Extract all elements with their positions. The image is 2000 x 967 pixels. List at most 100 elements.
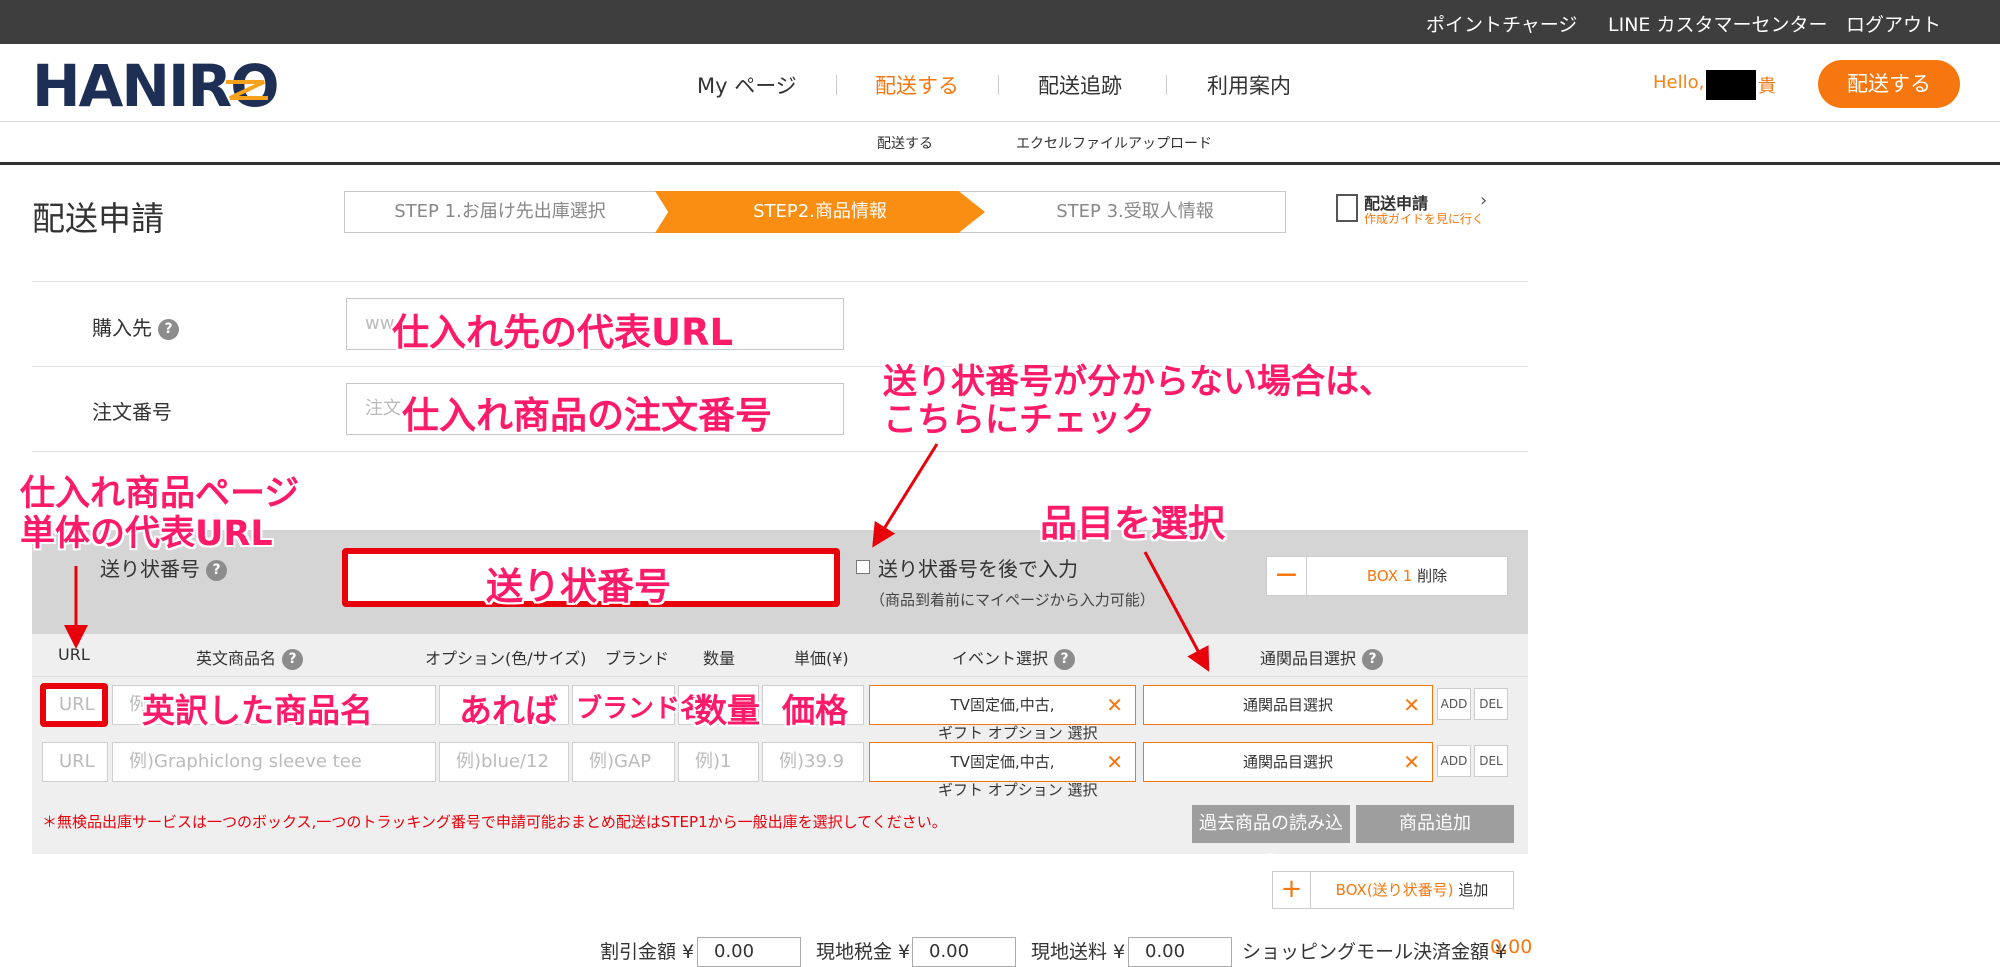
annotation-url-highlight [40, 683, 108, 727]
row2-url-input[interactable]: URL [42, 742, 108, 782]
header-bottom-border [0, 162, 2000, 165]
help-icon[interactable]: ? [206, 560, 227, 581]
order-number-label: 注文番号 [92, 400, 172, 424]
annotation-order: 仕入れ商品の注文番号 [402, 394, 772, 437]
col-option: オプション(色/サイズ) [425, 649, 587, 668]
annotation-tracking-unknown-2: こちらにチェック [883, 400, 1155, 440]
row2-price-input[interactable]: 例)39.9 [762, 742, 864, 782]
nav-guide[interactable]: 利用案内 [1207, 70, 1291, 100]
enter-tracking-later-note: （商品到着前にマイページから入力可能） [870, 591, 1155, 609]
row2-option-input[interactable]: 例)blue/12 [439, 742, 569, 782]
col-qty: 数量 [703, 649, 736, 668]
annotation-option: あれば [459, 691, 558, 730]
add-box-button[interactable]: + BOX(送り状番号) 追加 [1272, 871, 1514, 909]
annotation-purchase: 仕入れ先の代表URL [392, 311, 734, 354]
row1-customs-select[interactable]: 通関品目選択 ✕ [1143, 685, 1433, 725]
load-past-items-button[interactable]: 過去商品の読み込み [1192, 805, 1350, 872]
help-icon[interactable]: ? [1054, 649, 1076, 670]
nav-tracking[interactable]: 配送追跡 [1038, 70, 1122, 100]
hello-suffix: 貴 [1758, 76, 1776, 97]
nav-divider [1166, 75, 1167, 95]
help-icon[interactable]: ? [1362, 649, 1384, 670]
discount-label: 割引金額 ¥ [600, 941, 695, 963]
local-shipping-label: 現地送料 ¥ [1031, 941, 1126, 963]
minus-icon: − [1267, 557, 1307, 595]
add-item-button[interactable]: 商品追加 [1356, 805, 1514, 843]
add-box-label: BOX(送り状番号) 追加 [1335, 881, 1489, 899]
help-icon[interactable]: ? [158, 319, 179, 340]
mall-payment-label: ショッピングモール決済金額 ¥ [1242, 941, 1508, 963]
nav-mypage[interactable]: My ページ [697, 70, 797, 100]
form-divider [32, 451, 1528, 452]
row2-add-button[interactable]: ADD [1437, 745, 1471, 777]
delete-box-button[interactable]: − BOX 1 削除 [1266, 556, 1508, 596]
subnav-excel-upload[interactable]: エクセルファイルアップロード [1016, 133, 1212, 153]
step-progress: STEP 1.お届け先出庫選択 STEP2.商品情報 STEP 3.受取人情報 [344, 191, 1286, 233]
header-divider [0, 121, 2000, 122]
point-charge-link[interactable]: ポイントチャージ [1426, 10, 1577, 37]
guide-link[interactable]: 作成ガイドを見に行く [1364, 210, 1484, 227]
nav-ship[interactable]: 配送する [875, 70, 959, 100]
local-tax-input[interactable]: 0.00 [912, 937, 1016, 967]
line-center-link[interactable]: LINE カスタマーセンター [1608, 10, 1827, 37]
chevron-right-icon: › [1480, 190, 1488, 211]
col-price: 単価(¥) [794, 649, 849, 668]
annotation-brand: ブランド名 [576, 694, 707, 724]
redacted-username [1706, 70, 1756, 100]
enter-tracking-later-label: 送り状番号を後で入力 [878, 557, 1078, 581]
logout-link[interactable]: ログアウト [1846, 10, 1941, 37]
help-icon[interactable]: ? [282, 649, 304, 670]
col-url: URL [58, 645, 90, 664]
close-icon[interactable]: ✕ [1403, 686, 1420, 724]
nav-divider [836, 75, 837, 95]
discount-input[interactable]: 0.00 [697, 937, 801, 967]
step-2-active: STEP2.商品情報 [655, 191, 985, 233]
form-divider [32, 281, 1528, 282]
nav-divider [998, 75, 999, 95]
col-customs: 通関品目選択? [1260, 645, 1384, 670]
annotation-tracking: 送り状番号 [486, 565, 671, 608]
row1-add-button[interactable]: ADD [1437, 688, 1471, 720]
annotation-qty: 数量 [694, 691, 760, 730]
row2-name-input[interactable]: 例)Graphiclong sleeve tee [112, 742, 436, 782]
col-event: イベント選択? [952, 645, 1076, 670]
annotation-category: 品目を選択 [1040, 502, 1225, 545]
subnav-ship[interactable]: 配送する [877, 133, 933, 153]
close-icon[interactable]: ✕ [1106, 743, 1123, 781]
row2-del-button[interactable]: DEL [1474, 745, 1508, 777]
local-shipping-input[interactable]: 0.00 [1128, 937, 1232, 967]
step-1: STEP 1.お届け先出庫選択 [394, 201, 606, 222]
purchase-label: 購入先? [92, 312, 179, 341]
document-icon [1336, 194, 1358, 222]
annotation-price: 価格 [782, 691, 848, 730]
mall-payment-value: 0.00 [1490, 936, 1533, 958]
col-name: 英文商品名? [196, 645, 304, 670]
row2-brand-input[interactable]: 例)GAP [572, 742, 675, 782]
hello-text: Hello, [1653, 72, 1705, 93]
tracking-label: 送り状番号? [100, 553, 227, 582]
row-divider [32, 676, 1528, 677]
arrow-to-checkbox [872, 443, 939, 548]
row2-event-select[interactable]: TV固定価,中古, ✕ [869, 742, 1136, 782]
step-3: STEP 3.受取人情報 [1056, 201, 1214, 222]
top-bar: ポイントチャージ LINE カスタマーセンター ログアウト [0, 0, 2000, 44]
local-tax-label: 現地税金 ¥ [816, 941, 911, 963]
row2-customs-select[interactable]: 通関品目選択 ✕ [1143, 742, 1433, 782]
logo-swoosh-icon [226, 80, 268, 100]
plus-icon: + [1273, 872, 1311, 908]
annotation-name: 英訳した商品名 [142, 691, 373, 730]
page-title: 配送申請 [32, 199, 164, 238]
no-inspection-note: ＊無検品出庫サービスは一つのボックス,一つのトラッキング番号で申請可能おまとめ配… [42, 813, 947, 831]
row2-qty-input[interactable]: 例)1 [678, 742, 759, 782]
row2-event-sub: ギフト オプション 選択 [938, 781, 1098, 799]
annotation-item-url-2: 単体の代表URL [20, 514, 273, 554]
row1-event-select[interactable]: TV固定価,中古, ✕ [869, 685, 1136, 725]
close-icon[interactable]: ✕ [1403, 743, 1420, 781]
header-ship-button[interactable]: 配送する [1818, 60, 1960, 108]
row1-event-sub: ギフト オプション 選択 [938, 724, 1098, 742]
close-icon[interactable]: ✕ [1106, 686, 1123, 724]
enter-tracking-later-checkbox[interactable] [856, 560, 870, 574]
row1-del-button[interactable]: DEL [1474, 688, 1508, 720]
col-brand: ブランド [605, 649, 670, 668]
delete-box-label: BOX 1 削除 [1366, 567, 1448, 585]
